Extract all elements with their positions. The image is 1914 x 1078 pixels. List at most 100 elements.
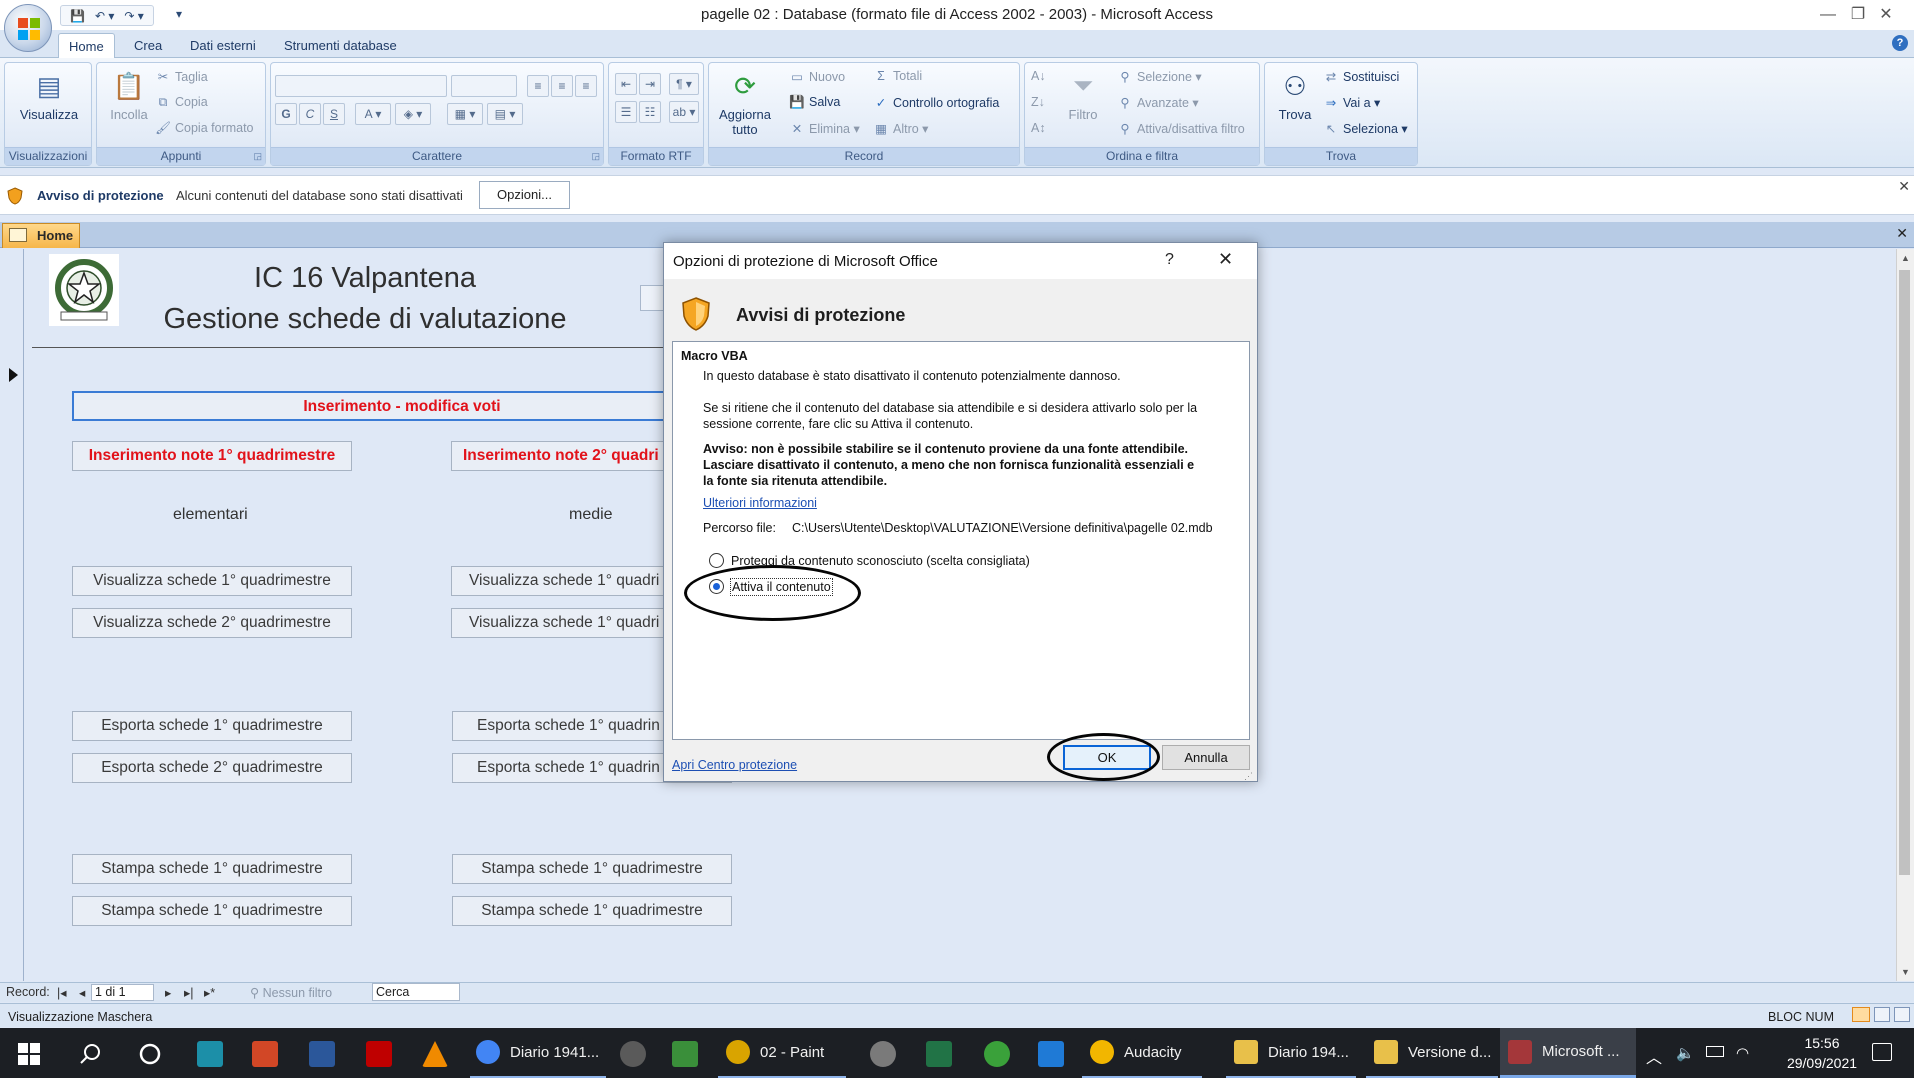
highlight-icon[interactable]: ab ▾ xyxy=(669,101,699,123)
filtro-button[interactable]: ⏷ Filtro xyxy=(1055,69,1111,122)
scroll-down-icon[interactable]: ▼ xyxy=(1901,967,1910,977)
clear-sort-icon[interactable]: A↕ xyxy=(1031,121,1046,135)
sort-desc-icon[interactable]: Z↓ xyxy=(1031,95,1045,109)
taskbar-app-paint[interactable]: 02 - Paint xyxy=(718,1028,846,1078)
stampa-2q-elementari-button[interactable]: Stampa schede 1° quadrimestre xyxy=(72,896,352,926)
security-bar-close-icon[interactable]: ✕ xyxy=(1898,178,1910,195)
stampa-1q-medie-button[interactable]: Stampa schede 1° quadrimestre xyxy=(452,854,732,884)
form-view-status-icon[interactable] xyxy=(1852,1007,1870,1022)
stampa-2q-medie-button[interactable]: Stampa schede 1° quadrimestre xyxy=(452,896,732,926)
selezione-button[interactable]: ⚲ Selezione ▾ xyxy=(1117,69,1201,84)
increase-indent-icon[interactable]: ⇥ xyxy=(639,73,661,95)
attiva-filtro-button[interactable]: ⚲ Attiva/disattiva filtro xyxy=(1117,121,1244,136)
next-record-icon[interactable]: ▸ xyxy=(165,985,171,1000)
protect-radio[interactable] xyxy=(709,553,724,568)
font-size-dropdown[interactable] xyxy=(451,75,517,97)
decrease-indent-icon[interactable]: ⇤ xyxy=(615,73,637,95)
taskbar-app-folder-versione[interactable]: Versione d... xyxy=(1366,1028,1498,1078)
excel-icon[interactable] xyxy=(926,1041,952,1067)
altro-button[interactable]: ▦ Altro ▾ xyxy=(873,121,928,136)
underline-button[interactable]: S xyxy=(323,103,345,125)
no-filter-button[interactable]: ⚲ Nessun filtro xyxy=(250,985,332,1000)
scroll-up-icon[interactable]: ▲ xyxy=(1901,253,1910,263)
customize-qat-button[interactable]: ▾ xyxy=(176,7,182,21)
utorrent-icon[interactable] xyxy=(984,1041,1010,1067)
paragraph-icon[interactable]: ¶ ▾ xyxy=(669,73,699,95)
ok-button[interactable]: OK xyxy=(1063,745,1151,770)
nuovo-button[interactable]: ▭ Nuovo xyxy=(789,69,845,84)
trova-button[interactable]: ⚇ Trova xyxy=(1271,69,1319,123)
windows-start-icon[interactable] xyxy=(18,1043,40,1065)
more-info-link[interactable]: Ulteriori informazioni xyxy=(703,495,817,511)
dialog-close-button[interactable]: ✕ xyxy=(1218,249,1233,270)
wifi-icon[interactable]: ◠ xyxy=(1736,1044,1749,1062)
filezilla-icon[interactable] xyxy=(366,1041,392,1067)
pinned-app-icon-2[interactable] xyxy=(620,1041,646,1067)
taskbar-app-chrome[interactable]: Diario 1941... xyxy=(470,1028,606,1078)
pinned-app-icon[interactable] xyxy=(197,1041,223,1067)
tab-dati-esterni[interactable]: Dati esterni xyxy=(180,33,266,59)
cancel-button[interactable]: Annulla xyxy=(1162,745,1250,770)
notifications-icon[interactable] xyxy=(1872,1043,1892,1061)
record-search-input[interactable]: Cerca xyxy=(372,983,460,1001)
bullet-list-icon[interactable]: ☷ xyxy=(639,101,661,123)
layout-view-icon[interactable] xyxy=(1874,1007,1890,1022)
taskbar-app-audacity[interactable]: Audacity xyxy=(1082,1028,1202,1078)
battery-icon[interactable] xyxy=(1706,1046,1724,1057)
font-color-icon[interactable]: A ▾ xyxy=(355,103,391,125)
scrollbar-thumb[interactable] xyxy=(1899,270,1910,875)
visualizza-2q-elementari-button[interactable]: Visualizza schede 2° quadrimestre xyxy=(72,608,352,638)
elimina-button[interactable]: ✕ Elimina ▾ xyxy=(789,121,860,136)
last-record-icon[interactable]: ▸| xyxy=(184,985,194,1000)
trust-center-link[interactable]: Apri Centro protezione xyxy=(672,757,797,773)
incolla-button[interactable]: 📋 Incolla xyxy=(101,69,157,123)
security-options-button[interactable]: Opzioni... xyxy=(479,181,570,209)
powerpoint-icon[interactable] xyxy=(252,1041,278,1067)
tab-strumenti-database[interactable]: Strumenti database xyxy=(274,33,407,59)
office-button[interactable] xyxy=(4,4,52,52)
word-icon[interactable] xyxy=(309,1041,335,1067)
tab-crea[interactable]: Crea xyxy=(124,33,172,59)
align-left-icon[interactable]: ≡ xyxy=(527,75,549,97)
pinned-app-icon-5[interactable] xyxy=(1038,1041,1064,1067)
redo-icon[interactable]: ↷ ▾ xyxy=(124,9,143,23)
taglia-button[interactable]: ✂ Taglia xyxy=(155,69,208,84)
avanzate-button[interactable]: ⚲ Avanzate ▾ xyxy=(1117,95,1198,110)
sort-asc-icon[interactable]: A↓ xyxy=(1031,69,1046,83)
doc-close-icon[interactable]: ✕ xyxy=(1896,225,1908,242)
salva-button[interactable]: 💾 Salva xyxy=(789,95,840,110)
vai-a-button[interactable]: ⇒ Vai a ▾ xyxy=(1323,95,1381,110)
copia-formato-button[interactable]: 🖌 Copia formato xyxy=(155,121,253,136)
resize-grip-icon[interactable]: ⋰ xyxy=(1244,771,1253,782)
numbered-list-icon[interactable]: ☰ xyxy=(615,101,637,123)
sostituisci-button[interactable]: ⇄ Sostituisci xyxy=(1323,69,1400,84)
esporta-1q-elementari-button[interactable]: Esporta schede 1° quadrimestre xyxy=(72,711,352,741)
dialog-help-button[interactable]: ? xyxy=(1165,251,1174,269)
alternate-fill-icon[interactable]: ▤ ▾ xyxy=(487,103,523,125)
close-window-button[interactable]: ✕ xyxy=(1858,0,1914,30)
font-launcher-icon[interactable]: ◲ xyxy=(591,151,600,162)
bold-button[interactable]: G xyxy=(275,103,297,125)
prev-record-icon[interactable]: ◂ xyxy=(79,985,85,1000)
copia-button[interactable]: ⧉ Copia xyxy=(155,95,208,110)
esporta-2q-elementari-button[interactable]: Esporta schede 2° quadrimestre xyxy=(72,753,352,783)
totali-button[interactable]: Σ Totali xyxy=(873,69,922,83)
aggiorna-tutto-button[interactable]: ⟳ Aggiorna tutto xyxy=(713,69,777,138)
stampa-1q-elementari-button[interactable]: Stampa schede 1° quadrimestre xyxy=(72,854,352,884)
fill-color-icon[interactable]: ◈ ▾ xyxy=(395,103,431,125)
enable-content-radio[interactable] xyxy=(709,579,724,594)
record-selector[interactable] xyxy=(0,249,24,981)
align-right-icon[interactable]: ≡ xyxy=(575,75,597,97)
task-view-icon[interactable] xyxy=(137,1041,163,1067)
clipboard-launcher-icon[interactable]: ◲ xyxy=(253,151,262,162)
design-view-icon[interactable] xyxy=(1894,1007,1910,1022)
align-center-icon[interactable]: ≡ xyxy=(551,75,573,97)
visualizza-1q-elementari-button[interactable]: Visualizza schede 1° quadrimestre xyxy=(72,566,352,596)
seleziona-button[interactable]: ↖ Seleziona ▾ xyxy=(1323,121,1408,136)
taskbar-clock[interactable]: 15:56 29/09/2021 xyxy=(1772,1033,1872,1073)
tray-chevron-icon[interactable]: ︿ xyxy=(1646,1044,1662,1068)
help-icon[interactable]: ? xyxy=(1892,35,1908,51)
undo-icon[interactable]: ↶ ▾ xyxy=(95,9,114,23)
tab-home[interactable]: Home xyxy=(58,33,115,59)
new-record-nav-icon[interactable]: ▸* xyxy=(204,985,215,1000)
